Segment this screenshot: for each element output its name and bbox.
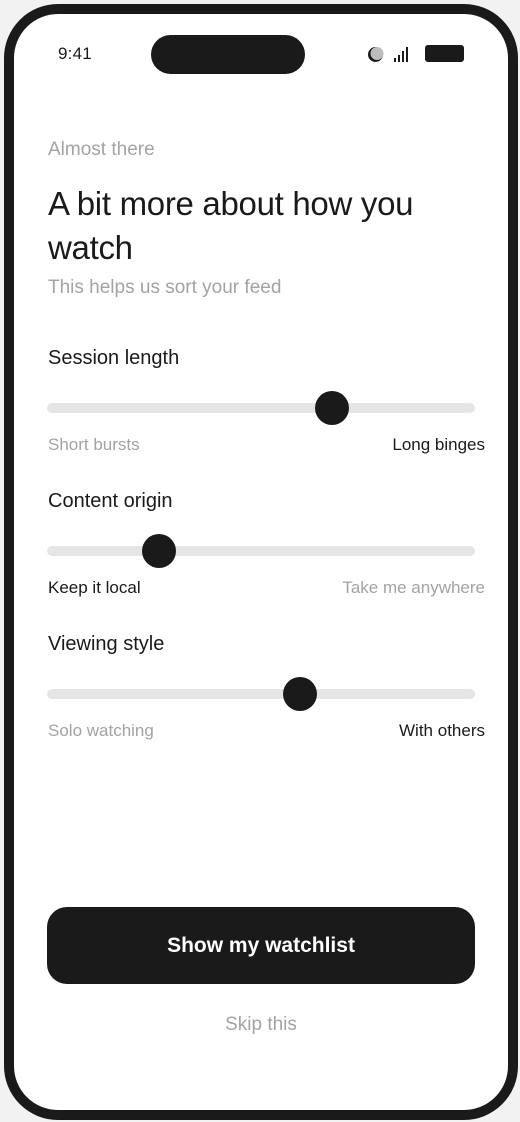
content-origin-min-label: Keep it local [48,578,141,597]
viewing-style-max-label: With others [399,721,485,740]
do-not-disturb-icon [368,47,384,62]
viewing-style-min-label: Solo watching [48,721,154,740]
signal-icon [394,47,408,62]
session-length-label: Session length [48,347,180,369]
eyebrow-text: Almost there [48,139,155,160]
show-watchlist-button[interactable]: Show my watchlist [47,907,475,984]
session-length-slider-thumb[interactable] [314,391,349,425]
viewing-style-slider[interactable] [47,677,475,711]
content-origin-slider-thumb[interactable] [141,534,176,568]
content-origin-slider[interactable] [47,534,475,568]
battery-icon [425,45,464,62]
status-time: 9:41 [58,44,92,63]
session-length-slider[interactable] [47,391,475,425]
page-title: A bit more about how you watch [48,185,414,266]
content-origin-label: Content origin [48,490,173,512]
dynamic-island [151,35,305,74]
viewing-style-label: Viewing style [48,633,165,655]
status-bar: 9:41 [14,14,508,94]
session-length-min-label: Short bursts [48,435,140,454]
viewing-style-slider-thumb[interactable] [283,677,318,711]
session-length-max-label: Long binges [392,435,485,454]
page-subtitle: This helps us sort your feed [48,277,282,298]
phone-frame: 9:41 Almost there A bit more about how y… [4,4,518,1120]
content-origin-max-label: Take me anywhere [342,578,485,597]
skip-link[interactable]: Skip this [14,1014,508,1036]
